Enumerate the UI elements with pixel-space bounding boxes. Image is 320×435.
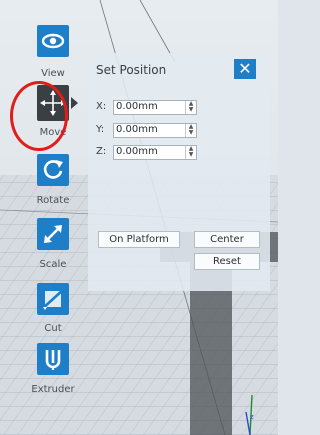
axis-label-y: Y: <box>96 124 105 135</box>
x-value: 0.00mm <box>116 101 158 112</box>
z-input[interactable]: 0.00mm ▲ ▼ <box>113 145 197 160</box>
rotate-button[interactable] <box>37 154 69 186</box>
active-tool-pointer <box>71 97 78 109</box>
axis-label-z: Z: <box>96 146 107 157</box>
z-value: 0.00mm <box>116 146 158 157</box>
y-value: 0.00mm <box>116 124 158 135</box>
reset-button[interactable]: Reset <box>194 253 260 270</box>
cut-button[interactable] <box>37 283 69 315</box>
on-platform-button[interactable]: On Platform <box>98 231 180 248</box>
eye-icon <box>41 33 65 49</box>
tool-label-rotate: Rotate <box>36 195 70 206</box>
tool-label-scale: Scale <box>39 259 67 270</box>
x-input[interactable]: 0.00mm ▲ ▼ <box>113 100 197 115</box>
center-button[interactable]: Center <box>194 231 260 248</box>
tool-label-extruder: Extruder <box>31 384 75 395</box>
cut-icon <box>41 288 65 310</box>
rotate-icon <box>43 160 63 179</box>
y-spinner[interactable]: ▲ ▼ <box>185 124 196 137</box>
close-icon[interactable]: ✕ <box>234 59 256 79</box>
panel-title: Set Position <box>96 63 167 77</box>
tool-label-cut: Cut <box>44 323 62 334</box>
extruder-button[interactable] <box>37 343 69 375</box>
scale-arrow-icon <box>44 225 62 243</box>
svg-text:z: z <box>250 413 254 421</box>
x-spinner[interactable]: ▲ ▼ <box>185 101 196 114</box>
z-spinner[interactable]: ▲ ▼ <box>185 146 196 159</box>
tool-sidebar: View Move Rotate Scale Cut Extruder <box>0 0 83 435</box>
set-position-panel: Set Position ✕ X: 0.00mm ▲ ▼ Y: 0.00mm ▲ ▼… <box>88 53 270 291</box>
extruder-icon <box>45 350 61 370</box>
tool-label-view: View <box>41 68 65 79</box>
scale-button[interactable] <box>37 218 69 250</box>
y-input[interactable]: 0.00mm ▲ ▼ <box>113 123 197 138</box>
view-button[interactable] <box>37 25 69 57</box>
axis-label-x: X: <box>96 101 107 112</box>
highlight-circle <box>10 81 68 151</box>
